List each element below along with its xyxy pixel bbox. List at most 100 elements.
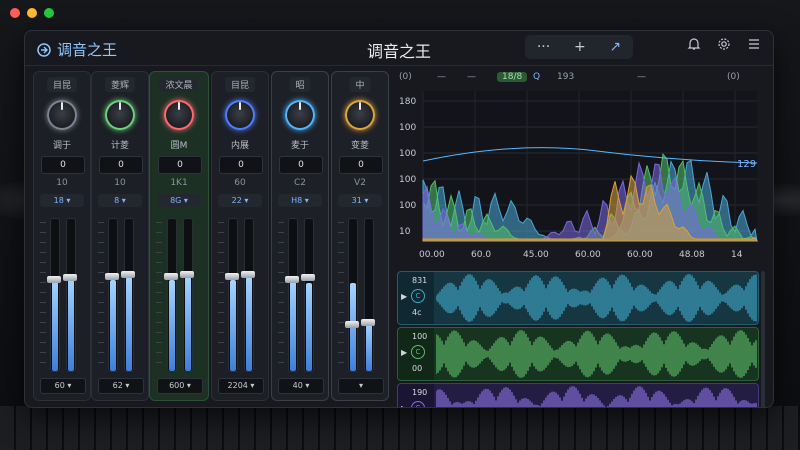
add-button[interactable]: + <box>574 39 586 55</box>
play-icon[interactable]: ▶ <box>401 292 407 301</box>
channel-header[interactable]: 昭 <box>289 77 311 92</box>
channel-strip: 目昆 内展 0 60 22 ▾ 2204 ▾ <box>211 71 269 401</box>
channel-knob[interactable] <box>164 100 194 130</box>
more-button[interactable]: ··· <box>537 39 550 55</box>
level-meter <box>68 276 74 371</box>
level-meter <box>366 322 372 371</box>
channel-footer[interactable]: ▾ <box>338 378 384 394</box>
channel-value[interactable]: 0 <box>339 156 383 174</box>
channel-value[interactable]: 0 <box>219 156 263 174</box>
level-meter <box>185 276 191 371</box>
fader-handle[interactable] <box>105 272 119 280</box>
track-level: 4c <box>412 308 422 317</box>
waveform[interactable] <box>436 384 758 408</box>
channel-knob[interactable] <box>47 100 77 130</box>
analyzer-toolbar-label[interactable]: 18/8 <box>497 72 528 82</box>
channel-knob[interactable] <box>225 100 255 130</box>
channel-header[interactable]: 目昆 <box>224 77 256 92</box>
waveform[interactable] <box>436 328 758 380</box>
menu-icon[interactable] <box>747 37 761 51</box>
waveform[interactable] <box>436 272 758 324</box>
channel-select[interactable]: 18 ▾ <box>40 194 84 207</box>
gear-icon[interactable] <box>717 37 731 51</box>
analyzer-toolbar: (0) — — 18/8 Q 193 — (0) <box>397 71 765 87</box>
channel-select[interactable]: 31 ▾ <box>338 194 382 207</box>
audio-track[interactable]: 100 ▶ C 00 <box>397 327 759 381</box>
fader-track[interactable] <box>364 218 374 372</box>
channel-select[interactable]: 22 ▾ <box>218 194 262 207</box>
audio-track[interactable]: 190▶C40 <box>397 383 759 408</box>
fader-handle[interactable] <box>361 319 375 327</box>
fader-scale <box>156 222 162 372</box>
channel-value[interactable]: 0 <box>158 156 202 174</box>
share-button[interactable]: ↗ <box>609 39 621 55</box>
channel-select[interactable]: 8G ▾ <box>157 194 201 207</box>
audio-track[interactable]: 831 ▶ C 4c <box>397 271 759 325</box>
bell-icon[interactable] <box>687 37 701 51</box>
track-record-icon[interactable]: C <box>411 345 425 359</box>
channel-header[interactable]: 目昆 <box>46 77 78 92</box>
channel-footer[interactable]: 60 ▾ <box>40 378 86 394</box>
channel-select[interactable]: H8 ▾ <box>278 194 322 207</box>
channel-value[interactable]: 0 <box>279 156 323 174</box>
fader-handle[interactable] <box>63 273 77 281</box>
channel-header[interactable]: 菱辉 <box>104 77 136 92</box>
channel-knob[interactable] <box>285 100 315 130</box>
analyzer-panel: (0) — — 18/8 Q 193 — (0) 180 100 100 100 100 10 00.00… <box>397 71 765 407</box>
level-meter <box>290 279 296 371</box>
channel-strip: 目昆 调于 0 10 18 ▾ 60 ▾ <box>33 71 91 401</box>
fader-handle[interactable] <box>121 270 135 278</box>
analyzer-toolbar-label: — <box>467 72 476 82</box>
minimize-window-button[interactable] <box>27 8 37 18</box>
fader-handle[interactable] <box>180 270 194 278</box>
track-record-icon[interactable]: C <box>411 289 425 303</box>
track-record-icon[interactable]: C <box>411 401 425 407</box>
channel-strip: 中变菱 0 V2 31 ▾ ▾ <box>331 71 389 401</box>
spectrum-display: 180 100 100 100 100 10 00.00 60.0 45.00 60.00 60.0… <box>399 91 759 260</box>
channel-header[interactable]: 浓文晨 <box>159 77 199 92</box>
analyzer-toolbar-label: — <box>437 72 446 82</box>
fader-track[interactable] <box>66 218 76 372</box>
channel-header[interactable]: 中 <box>349 77 371 92</box>
play-icon[interactable]: ▶ <box>401 404 407 407</box>
search-icon[interactable]: Q <box>533 72 540 82</box>
fader-handle[interactable] <box>345 321 359 329</box>
scrollbar[interactable] <box>761 271 765 407</box>
level-meter <box>52 279 58 371</box>
knob-label: 调于 <box>52 141 71 151</box>
analyzer-toolbar-label: (0) <box>727 72 740 82</box>
channel-footer[interactable]: 40 ▾ <box>278 378 324 394</box>
maximize-window-button[interactable] <box>44 8 54 18</box>
fader-scale <box>218 222 224 372</box>
fader-track[interactable] <box>244 218 254 372</box>
x-tick-label: 60.0 <box>471 250 491 260</box>
channel-knob[interactable] <box>345 100 375 130</box>
level-meter <box>126 276 132 371</box>
knob-indicator <box>119 102 121 110</box>
fader-track[interactable] <box>124 218 134 372</box>
fader-handle[interactable] <box>285 275 299 283</box>
fader-track[interactable] <box>183 218 193 372</box>
channel-footer[interactable]: 600 ▾ <box>157 378 203 394</box>
channel-footer[interactable]: 62 ▾ <box>98 378 144 394</box>
channel-strip: 浓文晨 圆M 0 1K1 8G ▾ 600 ▾ <box>149 71 209 401</box>
fader-handle[interactable] <box>301 273 315 281</box>
play-icon[interactable]: ▶ <box>401 348 407 357</box>
channel-knob[interactable] <box>105 100 135 130</box>
x-tick-label: 45.00 <box>523 250 549 260</box>
meter-track <box>50 218 60 372</box>
y-tick-label: 100 <box>399 149 416 159</box>
track-controls: 100 ▶ C 00 <box>398 328 434 380</box>
fader-handle[interactable] <box>241 270 255 278</box>
fader-handle[interactable] <box>225 272 239 280</box>
channel-select[interactable]: 8 ▾ <box>98 194 142 207</box>
close-window-button[interactable] <box>10 8 20 18</box>
fader-handle[interactable] <box>47 275 61 283</box>
channel-value[interactable]: 0 <box>41 156 85 174</box>
channel-sublabel: C2 <box>293 178 306 188</box>
fader-handle[interactable] <box>164 272 178 280</box>
channel-sublabel: 1K1 <box>170 178 188 188</box>
fader-track[interactable] <box>304 218 314 372</box>
channel-value[interactable]: 0 <box>99 156 143 174</box>
channel-footer[interactable]: 2204 ▾ <box>218 378 264 394</box>
